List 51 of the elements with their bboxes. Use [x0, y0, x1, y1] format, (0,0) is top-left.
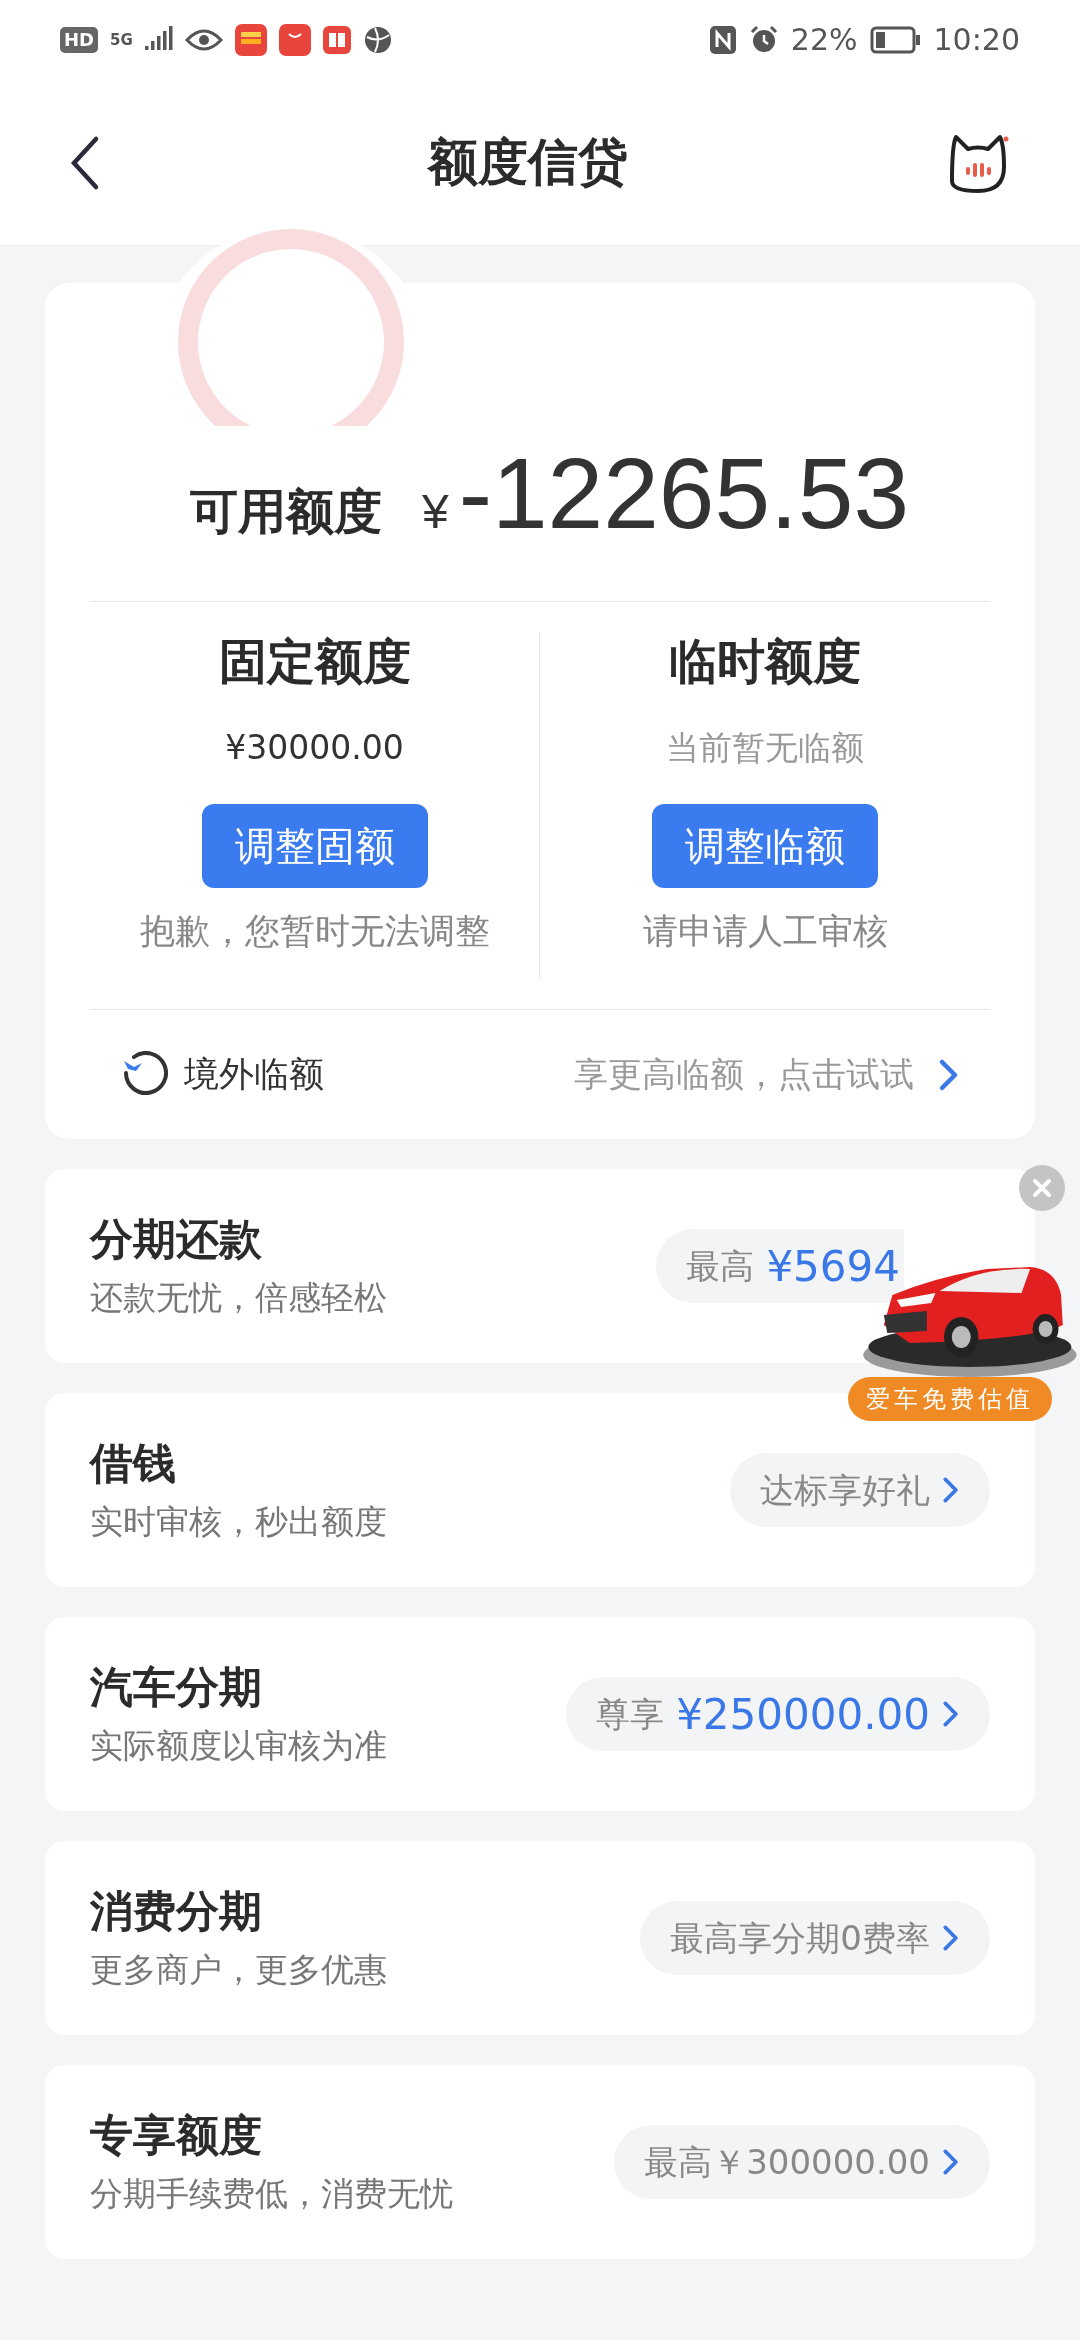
battery-percent: 22% — [790, 25, 858, 55]
globe-icon — [362, 25, 393, 55]
network-type: 5G — [110, 32, 133, 48]
product-subtitle: 更多商户，更多优惠 — [90, 1953, 387, 1986]
product-card[interactable]: 消费分期 更多商户，更多优惠 最高享分期0费率 — [45, 1841, 1035, 2035]
offer-pill[interactable]: 最高 ¥5694 — [656, 1229, 904, 1303]
product-subtitle: 还款无忧，倍感轻松 — [90, 1281, 387, 1314]
product-title: 汽车分期 — [90, 1666, 263, 1709]
page-title: 额度信贷 — [428, 132, 628, 193]
adjust-button[interactable]: 调整临额 — [652, 804, 878, 888]
chevron-right-icon — [942, 2147, 960, 2177]
close-icon — [1032, 1178, 1052, 1198]
chevron-right-icon — [942, 1923, 960, 1953]
product-subtitle: 实际额度以审核为准 — [90, 1729, 387, 1762]
product-title: 分期还款 — [90, 1218, 263, 1261]
product-subtitle: 实时审核，秒出额度 — [90, 1505, 387, 1538]
alarm-icon — [748, 25, 779, 55]
offer-pill[interactable]: 最高享分期0费率 — [640, 1901, 990, 1975]
app-icon — [234, 24, 267, 56]
chevron-right-icon — [942, 1699, 960, 1729]
nfc-icon — [708, 25, 737, 55]
product-title: 借钱 — [90, 1442, 177, 1485]
product-card[interactable]: 汽车分期 实际额度以审核为准 尊享 ¥250000.00 — [45, 1617, 1035, 1811]
hd-badge: HD — [60, 27, 98, 53]
column-value: 当前暂无临额 — [666, 731, 864, 764]
offer-pill[interactable]: 尊享 ¥250000.00 — [566, 1677, 990, 1751]
eye-icon — [184, 28, 223, 52]
chevron-right-icon — [942, 1475, 960, 1505]
column-value: ¥30000.00 — [225, 731, 404, 764]
offer-pill[interactable]: 达标享好礼 — [730, 1453, 990, 1527]
available-credit-amount: ¥-12265.53 — [422, 443, 910, 543]
app-icon — [278, 24, 311, 56]
product-subtitle: 分期手续费低，消费无忧 — [90, 2177, 453, 2210]
chevron-right-icon — [938, 1057, 960, 1092]
car-valuation-button[interactable]: 爱车免费估值 — [848, 1377, 1052, 1421]
book-icon — [322, 26, 351, 54]
product-card[interactable]: 分期还款 还款无忧，倍感轻松 最高 ¥5694 — [45, 1169, 1035, 1363]
available-credit-label: 可用额度 — [190, 487, 382, 535]
column-title: 临时额度 — [669, 637, 861, 685]
column-title: 固定额度 — [218, 637, 411, 685]
offer-pill[interactable]: 最高￥300000.00 — [614, 2125, 990, 2199]
column-note: 抱歉，您暂时无法调整 — [139, 914, 490, 949]
overseas-label: 境外临额 — [184, 1053, 324, 1097]
adjust-button[interactable]: 调整固额 — [201, 804, 428, 888]
overseas-action-link[interactable]: 享更高临额，点击试试 — [574, 1049, 914, 1100]
clock-time: 10:20 — [933, 25, 1020, 55]
battery-icon — [869, 26, 922, 54]
column-note: 请申请人工审核 — [642, 914, 888, 949]
product-card[interactable]: 专享额度 分期手续费低，消费无忧 最高￥300000.00 — [45, 2065, 1035, 2259]
product-title: 消费分期 — [90, 1890, 263, 1933]
product-title: 专享额度 — [90, 2114, 263, 2157]
